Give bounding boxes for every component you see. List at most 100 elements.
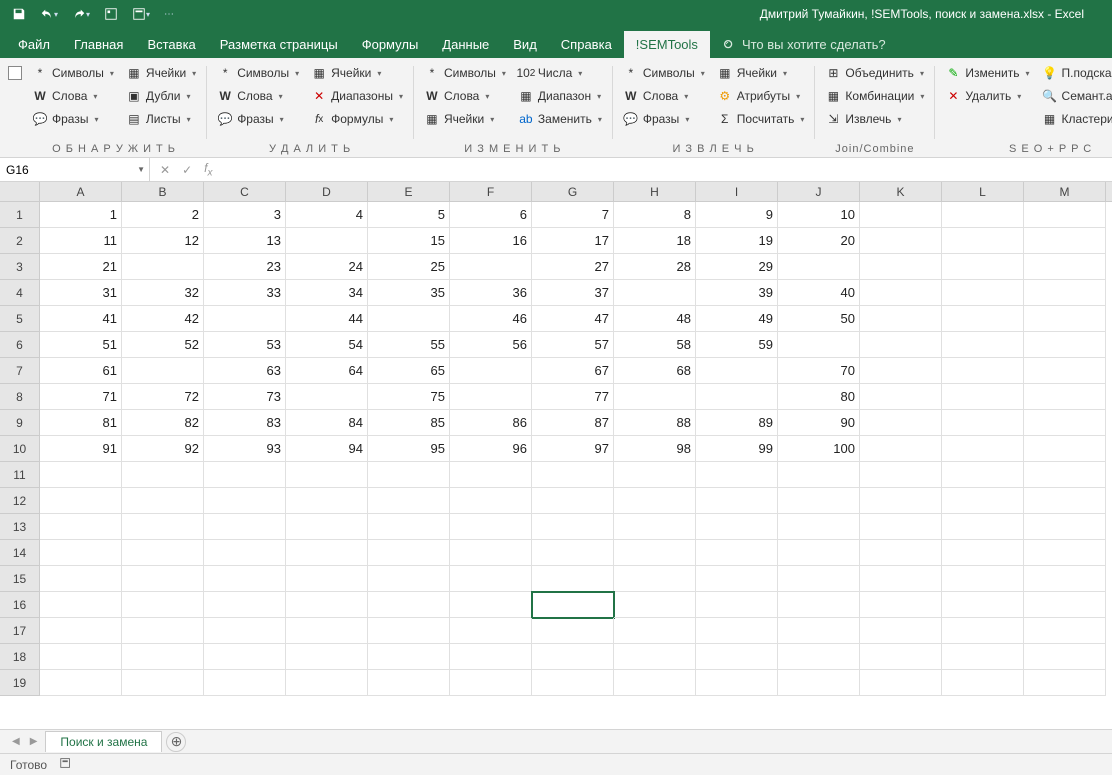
col-header-E[interactable]: E	[368, 182, 450, 201]
cell-J3[interactable]	[778, 254, 860, 280]
ribbon-btn-посчитать[interactable]: ΣПосчитать▾	[713, 108, 809, 130]
cell-G14[interactable]	[532, 540, 614, 566]
ribbon-btn-символы[interactable]: *Символы▾	[619, 62, 709, 84]
cell-F3[interactable]	[450, 254, 532, 280]
cell-J4[interactable]: 40	[778, 280, 860, 306]
cell-F17[interactable]	[450, 618, 532, 644]
cell-A10[interactable]: 91	[40, 436, 122, 462]
cell-K5[interactable]	[860, 306, 942, 332]
cell-G6[interactable]: 57	[532, 332, 614, 358]
qat-more-button[interactable]: ⋯	[160, 7, 178, 22]
cell-E18[interactable]	[368, 644, 450, 670]
cell-M10[interactable]	[1024, 436, 1106, 462]
name-box-dropdown[interactable]: ▼	[137, 165, 145, 174]
cell-F10[interactable]: 96	[450, 436, 532, 462]
sheet-nav-next[interactable]: ▶	[26, 734, 42, 749]
cell-I19[interactable]	[696, 670, 778, 696]
cell-I13[interactable]	[696, 514, 778, 540]
ribbon-btn-листы[interactable]: ▤Листы▾	[122, 108, 200, 130]
ribbon-btn-кластеризация[interactable]: ▦Кластеризация▾	[1038, 108, 1112, 130]
cell-M17[interactable]	[1024, 618, 1106, 644]
cell-A14[interactable]	[40, 540, 122, 566]
cell-F8[interactable]	[450, 384, 532, 410]
cell-D19[interactable]	[286, 670, 368, 696]
cell-J15[interactable]	[778, 566, 860, 592]
cell-I1[interactable]: 9	[696, 202, 778, 228]
name-box-input[interactable]	[6, 163, 143, 177]
cell-L14[interactable]	[942, 540, 1024, 566]
tab-вставка[interactable]: Вставка	[135, 31, 207, 58]
cell-M15[interactable]	[1024, 566, 1106, 592]
row-header-11[interactable]: 11	[0, 462, 40, 488]
cell-G8[interactable]: 77	[532, 384, 614, 410]
cell-J1[interactable]: 10	[778, 202, 860, 228]
cell-E9[interactable]: 85	[368, 410, 450, 436]
ribbon-btn-диапазоны[interactable]: ✕Диапазоны▾	[307, 85, 407, 107]
cell-E16[interactable]	[368, 592, 450, 618]
cell-E19[interactable]	[368, 670, 450, 696]
formula-input[interactable]	[222, 158, 1112, 181]
cell-J17[interactable]	[778, 618, 860, 644]
cell-H8[interactable]	[614, 384, 696, 410]
cell-H19[interactable]	[614, 670, 696, 696]
cell-M7[interactable]	[1024, 358, 1106, 384]
tell-me-search[interactable]: Что вы хотите сделать?	[710, 31, 898, 58]
cell-I3[interactable]: 29	[696, 254, 778, 280]
row-header-8[interactable]: 8	[0, 384, 40, 410]
cell-D7[interactable]: 64	[286, 358, 368, 384]
row-header-1[interactable]: 1	[0, 202, 40, 228]
cell-J16[interactable]	[778, 592, 860, 618]
row-header-18[interactable]: 18	[0, 644, 40, 670]
cell-B2[interactable]: 12	[122, 228, 204, 254]
cell-K3[interactable]	[860, 254, 942, 280]
cell-H4[interactable]	[614, 280, 696, 306]
cell-G3[interactable]: 27	[532, 254, 614, 280]
cell-F6[interactable]: 56	[450, 332, 532, 358]
cell-M9[interactable]	[1024, 410, 1106, 436]
tab-разметка страницы[interactable]: Разметка страницы	[208, 31, 350, 58]
cell-E3[interactable]: 25	[368, 254, 450, 280]
cell-L15[interactable]	[942, 566, 1024, 592]
row-header-5[interactable]: 5	[0, 306, 40, 332]
cell-J14[interactable]	[778, 540, 860, 566]
cell-F15[interactable]	[450, 566, 532, 592]
tab-справка[interactable]: Справка	[549, 31, 624, 58]
cell-C1[interactable]: 3	[204, 202, 286, 228]
cell-D18[interactable]	[286, 644, 368, 670]
cell-K2[interactable]	[860, 228, 942, 254]
cell-C10[interactable]: 93	[204, 436, 286, 462]
cell-B9[interactable]: 82	[122, 410, 204, 436]
cell-C7[interactable]: 63	[204, 358, 286, 384]
ribbon-btn-изменить[interactable]: ✎Изменить▾	[941, 62, 1033, 84]
accept-formula-button[interactable]: ✓	[182, 163, 192, 177]
cell-H6[interactable]: 58	[614, 332, 696, 358]
cell-D4[interactable]: 34	[286, 280, 368, 306]
cell-G13[interactable]	[532, 514, 614, 540]
ribbon-btn-извлечь[interactable]: ⇲Извлечь▾	[821, 108, 928, 130]
cell-I17[interactable]	[696, 618, 778, 644]
cell-J8[interactable]: 80	[778, 384, 860, 410]
cell-K13[interactable]	[860, 514, 942, 540]
cell-A17[interactable]	[40, 618, 122, 644]
cell-K10[interactable]	[860, 436, 942, 462]
cell-E13[interactable]	[368, 514, 450, 540]
cell-I18[interactable]	[696, 644, 778, 670]
cell-K11[interactable]	[860, 462, 942, 488]
cell-A19[interactable]	[40, 670, 122, 696]
cell-C12[interactable]	[204, 488, 286, 514]
cell-A13[interactable]	[40, 514, 122, 540]
cell-H10[interactable]: 98	[614, 436, 696, 462]
cell-C13[interactable]	[204, 514, 286, 540]
cell-A3[interactable]: 21	[40, 254, 122, 280]
cell-F12[interactable]	[450, 488, 532, 514]
cell-H17[interactable]	[614, 618, 696, 644]
cell-E6[interactable]: 55	[368, 332, 450, 358]
cell-A6[interactable]: 51	[40, 332, 122, 358]
cell-B3[interactable]	[122, 254, 204, 280]
cell-I11[interactable]	[696, 462, 778, 488]
cell-E7[interactable]: 65	[368, 358, 450, 384]
row-header-16[interactable]: 16	[0, 592, 40, 618]
cell-A8[interactable]: 71	[40, 384, 122, 410]
cell-L18[interactable]	[942, 644, 1024, 670]
cell-K6[interactable]	[860, 332, 942, 358]
